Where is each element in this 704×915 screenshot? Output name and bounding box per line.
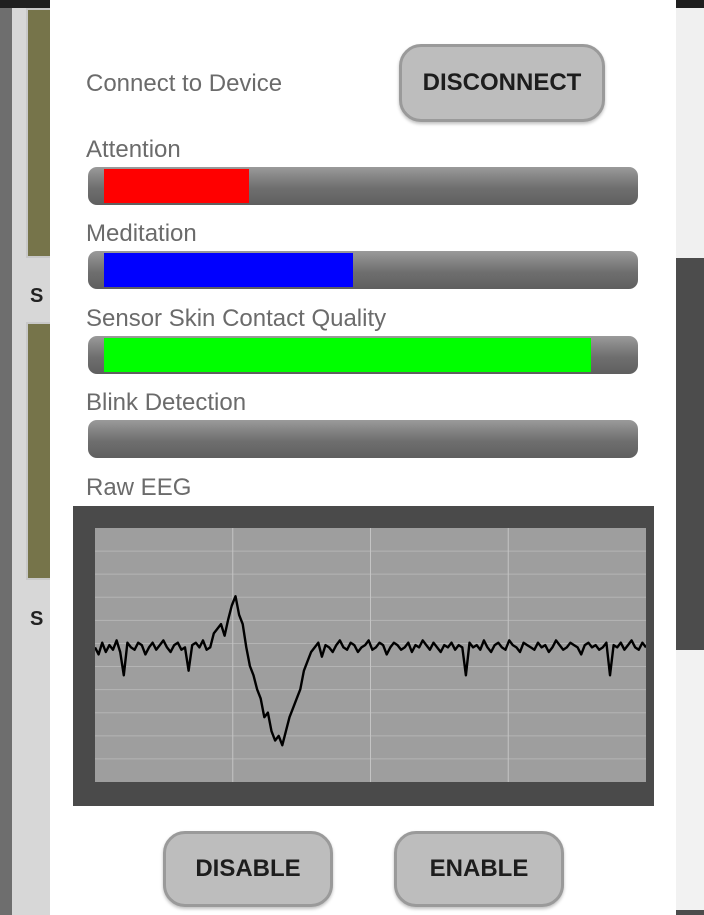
connect-label: Connect to Device xyxy=(86,70,283,97)
enable-button[interactable]: ENABLE xyxy=(394,831,564,907)
meditation-fill xyxy=(104,253,353,287)
background-label: S xyxy=(30,285,44,307)
meditation-label: Meditation xyxy=(86,220,197,247)
disconnect-button[interactable]: DISCONNECT xyxy=(399,44,605,122)
background-image xyxy=(676,8,704,258)
sensor-quality-bar xyxy=(88,336,638,374)
meditation-bar xyxy=(88,251,638,289)
blink-label: Blink Detection xyxy=(86,389,247,416)
attention-fill xyxy=(104,169,249,203)
background-card xyxy=(26,8,52,258)
sensor-quality-label: Sensor Skin Contact Quality xyxy=(86,305,387,332)
background-label: S xyxy=(30,608,44,630)
sensor-quality-fill xyxy=(104,338,591,372)
disable-button[interactable]: DISABLE xyxy=(163,831,333,907)
raw-eeg-label: Raw EEG xyxy=(86,474,192,501)
background-card xyxy=(26,322,52,580)
attention-label: Attention xyxy=(86,136,181,163)
attention-bar xyxy=(88,167,638,205)
raw-eeg-chart xyxy=(73,506,654,806)
device-dialog: Connect to Device DISCONNECT Attention M… xyxy=(50,0,676,915)
background-image xyxy=(676,650,704,910)
raw-eeg-plot xyxy=(95,528,646,782)
blink-bar xyxy=(88,420,638,458)
